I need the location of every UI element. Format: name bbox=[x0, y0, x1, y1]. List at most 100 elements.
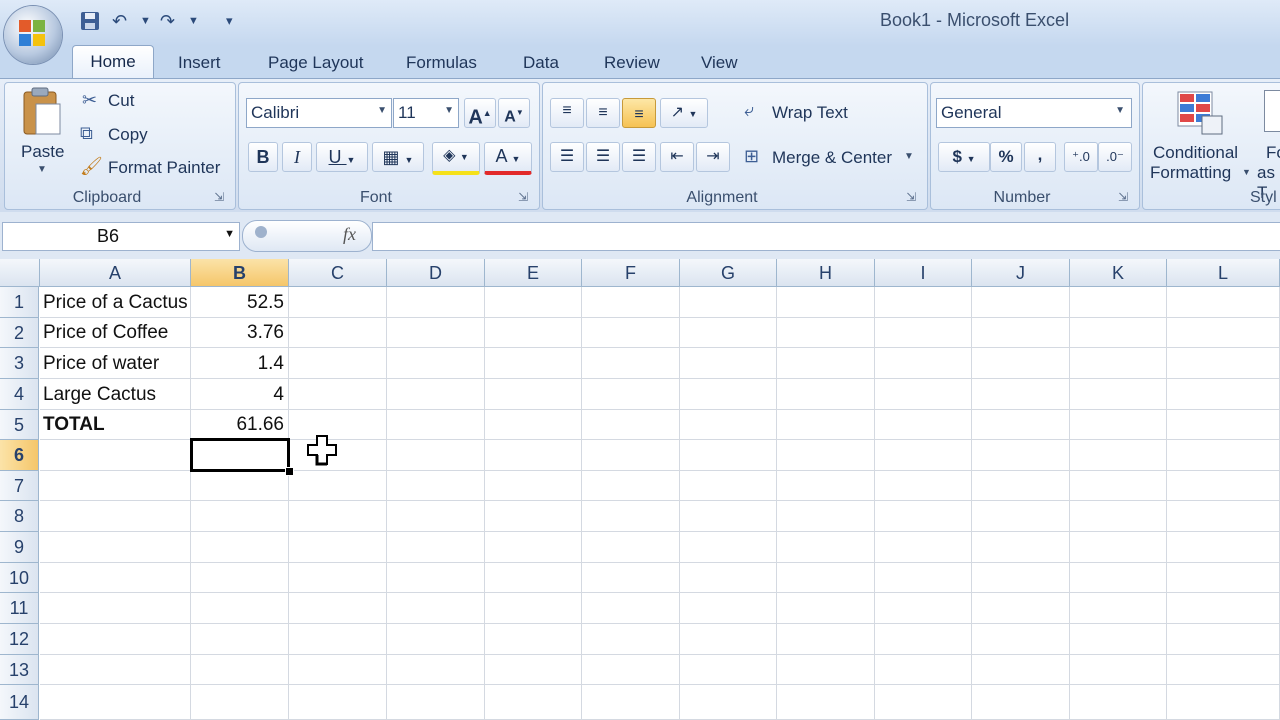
cell-c10[interactable] bbox=[289, 563, 387, 593]
cell-i9[interactable] bbox=[875, 532, 972, 563]
paste-button[interactable]: Paste bbox=[21, 142, 64, 162]
cell-e7[interactable] bbox=[485, 471, 582, 501]
cell-a4[interactable]: Large Cactus bbox=[40, 379, 191, 410]
cell-j10[interactable] bbox=[972, 563, 1070, 593]
cell-g13[interactable] bbox=[680, 655, 777, 685]
cell-l3[interactable] bbox=[1167, 348, 1280, 379]
number-format-select[interactable]: General ▼ bbox=[936, 98, 1132, 128]
cell-f12[interactable] bbox=[582, 624, 680, 655]
cell-a9[interactable] bbox=[40, 532, 191, 563]
borders-icon[interactable]: ▦ ▼ bbox=[372, 142, 424, 172]
orientation-icon[interactable]: ↗ ▼ bbox=[660, 98, 708, 128]
paste-icon[interactable] bbox=[20, 86, 64, 138]
cell-c13[interactable] bbox=[289, 655, 387, 685]
cell-c14[interactable] bbox=[289, 685, 387, 720]
undo-dropdown-icon[interactable]: ▼ bbox=[140, 9, 151, 33]
cell-g9[interactable] bbox=[680, 532, 777, 563]
cell-f14[interactable] bbox=[582, 685, 680, 720]
cell-c8[interactable] bbox=[289, 501, 387, 532]
cell-d4[interactable] bbox=[387, 379, 485, 410]
cell-e10[interactable] bbox=[485, 563, 582, 593]
tab-formulas[interactable]: Formulas bbox=[406, 50, 477, 76]
cell-d10[interactable] bbox=[387, 563, 485, 593]
cell-d8[interactable] bbox=[387, 501, 485, 532]
column-header-b[interactable]: B bbox=[191, 259, 289, 287]
cell-g3[interactable] bbox=[680, 348, 777, 379]
cell-c7[interactable] bbox=[289, 471, 387, 501]
cell-j1[interactable] bbox=[972, 287, 1070, 318]
cell-d1[interactable] bbox=[387, 287, 485, 318]
tab-review[interactable]: Review bbox=[604, 50, 660, 76]
cell-b6[interactable] bbox=[190, 438, 290, 472]
cell-g4[interactable] bbox=[680, 379, 777, 410]
font-size-select[interactable]: 11 ▼ bbox=[393, 98, 459, 128]
cell-a8[interactable] bbox=[40, 501, 191, 532]
cell-j6[interactable] bbox=[972, 440, 1070, 471]
currency-button[interactable]: $ ▼ bbox=[938, 142, 990, 172]
name-box[interactable]: B6 ▼ bbox=[2, 222, 240, 251]
cell-a11[interactable] bbox=[40, 593, 191, 624]
fill-handle[interactable] bbox=[285, 467, 294, 476]
cell-e9[interactable] bbox=[485, 532, 582, 563]
cell-g6[interactable] bbox=[680, 440, 777, 471]
cell-d9[interactable] bbox=[387, 532, 485, 563]
cell-h5[interactable] bbox=[777, 410, 875, 440]
cell-l14[interactable] bbox=[1167, 685, 1280, 720]
cell-j11[interactable] bbox=[972, 593, 1070, 624]
cell-f13[interactable] bbox=[582, 655, 680, 685]
cell-e14[interactable] bbox=[485, 685, 582, 720]
column-header-d[interactable]: D bbox=[387, 259, 485, 287]
row-header-1[interactable]: 1 bbox=[0, 287, 39, 318]
cell-e12[interactable] bbox=[485, 624, 582, 655]
cell-i5[interactable] bbox=[875, 410, 972, 440]
align-bottom-icon[interactable]: ≡ bbox=[622, 98, 656, 128]
cell-d5[interactable] bbox=[387, 410, 485, 440]
cell-k4[interactable] bbox=[1070, 379, 1167, 410]
comma-button[interactable]: , bbox=[1024, 142, 1056, 172]
cell-h10[interactable] bbox=[777, 563, 875, 593]
cell-b14[interactable] bbox=[191, 685, 289, 720]
chevron-down-icon[interactable]: ▼ bbox=[904, 151, 914, 162]
cell-l6[interactable] bbox=[1167, 440, 1280, 471]
column-header-j[interactable]: J bbox=[972, 259, 1070, 287]
cell-j8[interactable] bbox=[972, 501, 1070, 532]
cell-c1[interactable] bbox=[289, 287, 387, 318]
italic-button[interactable]: I bbox=[282, 142, 312, 172]
font-color-icon[interactable]: A ▼ bbox=[484, 142, 532, 175]
cell-f11[interactable] bbox=[582, 593, 680, 624]
grow-font-icon[interactable]: A▲ bbox=[464, 98, 496, 129]
decrease-decimal-icon[interactable]: .0⁻ bbox=[1098, 142, 1132, 172]
cell-f3[interactable] bbox=[582, 348, 680, 379]
row-header-6[interactable]: 6 bbox=[0, 440, 39, 471]
cell-i1[interactable] bbox=[875, 287, 972, 318]
cell-d3[interactable] bbox=[387, 348, 485, 379]
cell-i7[interactable] bbox=[875, 471, 972, 501]
cell-c11[interactable] bbox=[289, 593, 387, 624]
cell-b12[interactable] bbox=[191, 624, 289, 655]
cell-g10[interactable] bbox=[680, 563, 777, 593]
cell-d14[interactable] bbox=[387, 685, 485, 720]
cell-f6[interactable] bbox=[582, 440, 680, 471]
column-header-l[interactable]: L bbox=[1167, 259, 1280, 287]
cell-h1[interactable] bbox=[777, 287, 875, 318]
row-header-9[interactable]: 9 bbox=[0, 532, 39, 563]
cell-l13[interactable] bbox=[1167, 655, 1280, 685]
number-dialog-launcher-icon[interactable]: ⇲ bbox=[1118, 190, 1128, 204]
column-header-a[interactable]: A bbox=[40, 259, 191, 287]
align-left-icon[interactable]: ☰ bbox=[550, 142, 584, 172]
fill-color-icon[interactable]: ◈ ▼ bbox=[432, 142, 480, 175]
tab-home[interactable]: Home bbox=[72, 45, 154, 80]
cell-a13[interactable] bbox=[40, 655, 191, 685]
cell-i14[interactable] bbox=[875, 685, 972, 720]
cell-j12[interactable] bbox=[972, 624, 1070, 655]
cell-e2[interactable] bbox=[485, 318, 582, 348]
cell-j2[interactable] bbox=[972, 318, 1070, 348]
column-header-c[interactable]: C bbox=[289, 259, 387, 287]
cell-j14[interactable] bbox=[972, 685, 1070, 720]
cell-i6[interactable] bbox=[875, 440, 972, 471]
cell-f9[interactable] bbox=[582, 532, 680, 563]
cell-j3[interactable] bbox=[972, 348, 1070, 379]
cell-b4[interactable]: 4 bbox=[191, 379, 289, 410]
paste-dropdown-icon[interactable]: ▼ bbox=[37, 164, 47, 175]
cell-a6[interactable] bbox=[40, 440, 191, 471]
